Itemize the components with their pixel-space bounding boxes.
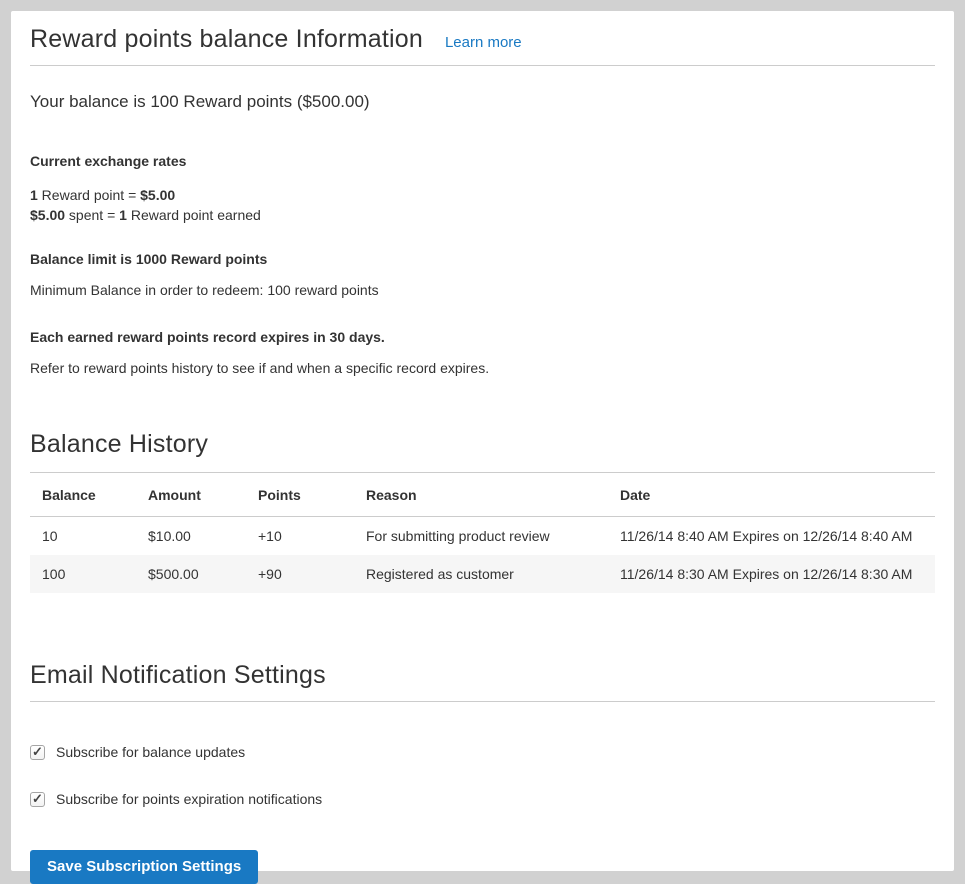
expiry-note: Refer to reward points history to see if…: [30, 360, 935, 376]
column-header-date: Date: [608, 473, 935, 517]
learn-more-link[interactable]: Learn more: [445, 34, 522, 51]
balance-history-table: Balance Amount Points Reason Date 10 $10…: [30, 472, 935, 593]
expiry-heading: Each earned reward points record expires…: [30, 329, 935, 345]
page-title: Reward points balance Information: [30, 25, 423, 54]
rate-earn-text: Reward point =: [38, 187, 140, 203]
balance-limit-heading: Balance limit is 1000 Reward points: [30, 251, 935, 267]
rate-spend-text: spent =: [65, 207, 119, 223]
cell-points: +10: [246, 517, 354, 556]
rate-spend-line: $5.00 spent = 1 Reward point earned: [30, 205, 935, 225]
cell-date: 11/26/14 8:30 AM Expires on 12/26/14 8:3…: [608, 555, 935, 593]
balance-updates-checkbox[interactable]: [30, 745, 45, 760]
balance-summary: Your balance is 100 Reward points ($500.…: [30, 92, 935, 112]
balance-updates-option[interactable]: Subscribe for balance updates: [30, 744, 935, 760]
page-header: Reward points balance Information Learn …: [30, 25, 935, 54]
rate-earn-value: $5.00: [140, 187, 175, 203]
column-header-points: Points: [246, 473, 354, 517]
email-notification-title: Email Notification Settings: [30, 661, 935, 690]
page-background: { "header": { "title": "Reward points ba…: [0, 0, 965, 882]
exchange-rates-heading: Current exchange rates: [30, 153, 935, 169]
cell-amount: $500.00: [136, 555, 246, 593]
header-divider: [30, 65, 935, 66]
save-subscription-button[interactable]: Save Subscription Settings: [30, 850, 258, 884]
exchange-rates: 1 Reward point = $5.00 $5.00 spent = 1 R…: [30, 185, 935, 225]
min-balance-line: Minimum Balance in order to redeem: 100 …: [30, 282, 935, 298]
cell-reason: For submitting product review: [354, 517, 608, 556]
cell-balance: 10: [30, 517, 136, 556]
rate-earn-points: 1: [30, 187, 38, 203]
expiration-notifications-label: Subscribe for points expiration notifica…: [56, 791, 322, 807]
cell-points: +90: [246, 555, 354, 593]
column-header-balance: Balance: [30, 473, 136, 517]
cell-amount: $10.00: [136, 517, 246, 556]
table-row: 100 $500.00 +90 Registered as customer 1…: [30, 555, 935, 593]
rate-spend-suffix: Reward point earned: [127, 207, 261, 223]
balance-history-title: Balance History: [30, 430, 935, 459]
rate-spend-value: $5.00: [30, 207, 65, 223]
table-row: 10 $10.00 +10 For submitting product rev…: [30, 517, 935, 556]
rate-earn-line: 1 Reward point = $5.00: [30, 185, 935, 205]
cell-date: 11/26/14 8:40 AM Expires on 12/26/14 8:4…: [608, 517, 935, 556]
column-header-amount: Amount: [136, 473, 246, 517]
table-header-row: Balance Amount Points Reason Date: [30, 473, 935, 517]
expiration-notifications-checkbox[interactable]: [30, 792, 45, 807]
reward-points-panel: Reward points balance Information Learn …: [11, 11, 954, 871]
column-header-reason: Reason: [354, 473, 608, 517]
rate-spend-points: 1: [119, 207, 127, 223]
cell-reason: Registered as customer: [354, 555, 608, 593]
notification-divider: [30, 701, 935, 702]
expiration-notifications-option[interactable]: Subscribe for points expiration notifica…: [30, 791, 935, 807]
balance-updates-label: Subscribe for balance updates: [56, 744, 245, 760]
cell-balance: 100: [30, 555, 136, 593]
